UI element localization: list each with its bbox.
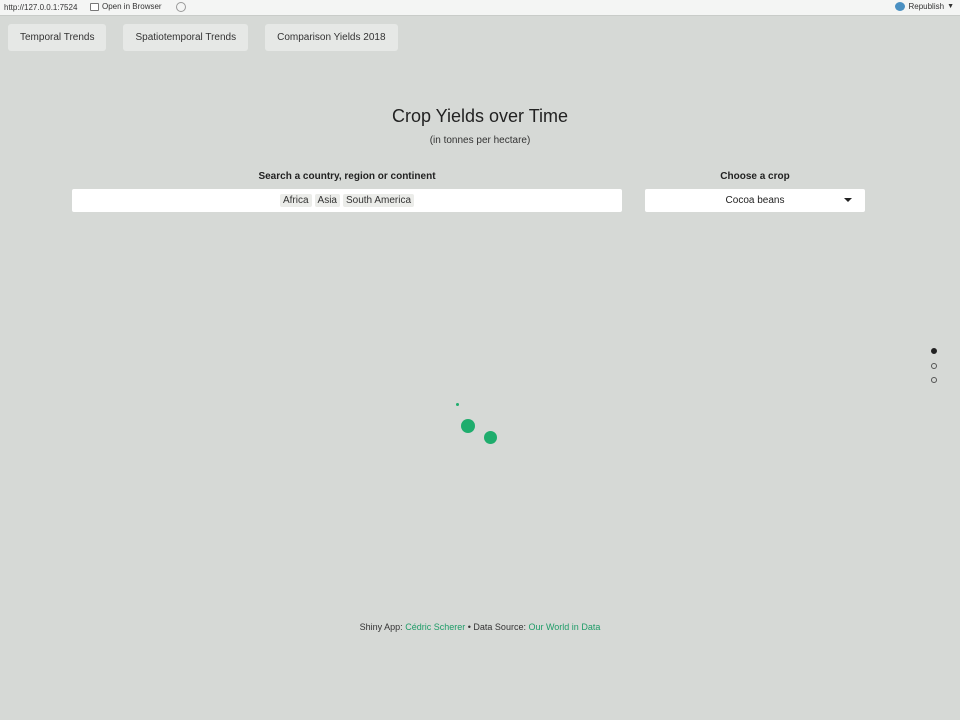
search-label: Search a country, region or continent: [258, 171, 436, 182]
selected-chip-south-america[interactable]: South America: [342, 194, 415, 207]
page-dot-3[interactable]: [931, 377, 937, 383]
tab-spatiotemporal-trends[interactable]: Spatiotemporal Trends: [123, 24, 249, 51]
loading-dot-medium: [461, 419, 475, 433]
region-search-input[interactable]: Africa Asia South America: [72, 189, 622, 212]
open-window-icon: [90, 2, 99, 11]
selected-chip-africa[interactable]: Africa: [279, 194, 312, 207]
tab-bar: Temporal Trends Spatiotemporal Trends Co…: [8, 24, 398, 51]
footer-separator: •: [467, 622, 471, 632]
page-dot-2[interactable]: [931, 362, 937, 369]
browser-toolbar: http://127.0.0.1:7524 Open in Browser Re…: [0, 0, 960, 16]
page-subtitle: (in tonnes per hectare): [429, 135, 531, 146]
loading-dot-small: [456, 403, 459, 406]
page-dot-1[interactable]: [931, 348, 937, 354]
crop-select[interactable]: Cocoa beans: [645, 189, 865, 212]
crop-select-label: Choose a crop: [720, 171, 790, 182]
page-indicator: [931, 348, 937, 392]
refresh-icon[interactable]: [176, 2, 186, 12]
footer-source-prefix: Data Source:: [473, 622, 526, 632]
selected-chip-asia[interactable]: Asia: [314, 194, 340, 207]
plot-area: [440, 395, 510, 455]
source-link[interactable]: Our World in Data: [528, 622, 600, 632]
footer-shiny-prefix: Shiny App:: [359, 622, 403, 632]
tab-temporal-trends[interactable]: Temporal Trends: [8, 24, 107, 51]
republish-button[interactable]: Republish ▼: [895, 2, 954, 11]
page-title: Crop Yields over Time: [391, 106, 569, 126]
republish-label: Republish: [908, 2, 945, 11]
republish-icon: [895, 2, 906, 11]
chevron-down-icon: ▼: [947, 3, 954, 10]
crop-select-value: Cocoa beans: [725, 195, 785, 206]
tab-comparison-yields-2018[interactable]: Comparison Yields 2018: [265, 24, 398, 51]
open-in-browser-button[interactable]: Open in Browser: [90, 2, 162, 11]
url-text[interactable]: http://127.0.0.1:7524: [4, 3, 77, 12]
author-link[interactable]: Cédric Scherer: [405, 622, 465, 632]
footer: Shiny App: Cédric Scherer • Data Source:…: [0, 622, 960, 632]
chevron-down-icon: [844, 198, 852, 202]
open-in-browser-label: Open in Browser: [102, 2, 162, 11]
loading-dot-large: [484, 431, 497, 444]
